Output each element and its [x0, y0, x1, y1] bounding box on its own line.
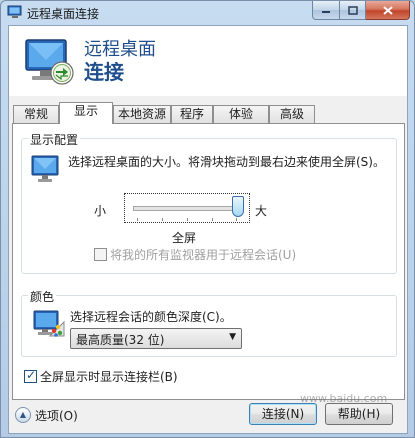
tab-general[interactable]: 常规	[13, 105, 59, 123]
all-monitors-checkbox[interactable]	[94, 248, 107, 261]
chevron-down-icon: ▼	[229, 332, 236, 342]
options-expand-button[interactable]: ▲	[15, 407, 31, 423]
display-config-description: 选择远程桌面的大小。将滑块拖动到最右边来使用全屏(S)。	[68, 155, 385, 169]
remote-desktop-window: 远程桌面连接 远程桌面 连接 常规 显示 本地资源 程序 体验 高级 显示配置 …	[0, 0, 415, 438]
tab-experience[interactable]: 体验	[213, 105, 269, 123]
tab-local-resources[interactable]: 本地资源	[113, 105, 171, 123]
color-depth-icon	[33, 310, 65, 337]
display-config-title: 显示配置	[28, 131, 81, 148]
display-size-slider[interactable]	[124, 193, 250, 223]
window-title: 远程桌面连接	[27, 7, 100, 21]
caption-buttons	[312, 1, 410, 20]
options-label[interactable]: 选项(O)	[35, 407, 78, 424]
maximize-icon	[347, 5, 358, 15]
display-config-group: 显示配置 选择远程桌面的大小。将滑块拖动到最右边来使用全屏(S)。 小 大 全屏…	[21, 131, 397, 274]
color-depth-dropdown[interactable]: 最高质量(32 位) ▼	[70, 328, 242, 349]
minimize-button[interactable]	[312, 1, 340, 20]
fullscreen-bar-label: 全屏显示时显示连接栏(B)	[40, 370, 178, 384]
colors-description: 选择远程会话的颜色深度(C)。	[70, 310, 232, 324]
dialog-client-area: 远程桌面 连接 常规 显示 本地资源 程序 体验 高级 显示配置 选择远程桌面的…	[8, 25, 408, 434]
remote-desktop-monitor-icon	[25, 39, 74, 85]
tab-programs[interactable]: 程序	[171, 105, 213, 123]
slider-value-label: 全屏	[172, 231, 197, 245]
tab-advanced[interactable]: 高级	[269, 105, 315, 123]
help-button[interactable]: 帮助(H)	[325, 403, 393, 425]
slider-track	[133, 206, 237, 211]
remote-desktop-app-icon	[7, 5, 22, 18]
slider-max-label: 大	[255, 204, 268, 218]
header-title-line2: 连接	[84, 60, 124, 84]
close-button[interactable]	[366, 1, 410, 20]
display-tab-panel: 显示配置 选择远程桌面的大小。将滑块拖动到最右边来使用全屏(S)。 小 大 全屏…	[12, 123, 405, 400]
title-bar[interactable]: 远程桌面连接	[1, 1, 414, 25]
connect-button[interactable]: 连接(N)	[249, 403, 317, 425]
watermark: www.baidu.com	[300, 392, 388, 405]
slider-ticks	[137, 218, 237, 222]
all-monitors-label: 将我的所有监视器用于远程会话(U)	[110, 248, 297, 262]
chevron-up-icon: ▲	[19, 410, 27, 419]
fullscreen-bar-checkbox[interactable]	[24, 368, 37, 383]
maximize-button[interactable]	[340, 1, 366, 20]
slider-thumb[interactable]	[232, 196, 244, 217]
minimize-icon	[322, 11, 330, 13]
colors-title: 颜色	[28, 288, 57, 305]
close-icon	[382, 5, 393, 15]
slider-min-label: 小	[94, 204, 107, 218]
color-depth-value: 最高质量(32 位)	[76, 333, 165, 347]
display-monitor-icon	[31, 155, 59, 182]
tab-display[interactable]: 显示	[59, 102, 113, 124]
dialog-header: 远程桌面 连接	[9, 26, 407, 96]
colors-group: 颜色 选择远程会话的颜色深度(C)。 最高质量(32 位) ▼	[21, 288, 397, 357]
